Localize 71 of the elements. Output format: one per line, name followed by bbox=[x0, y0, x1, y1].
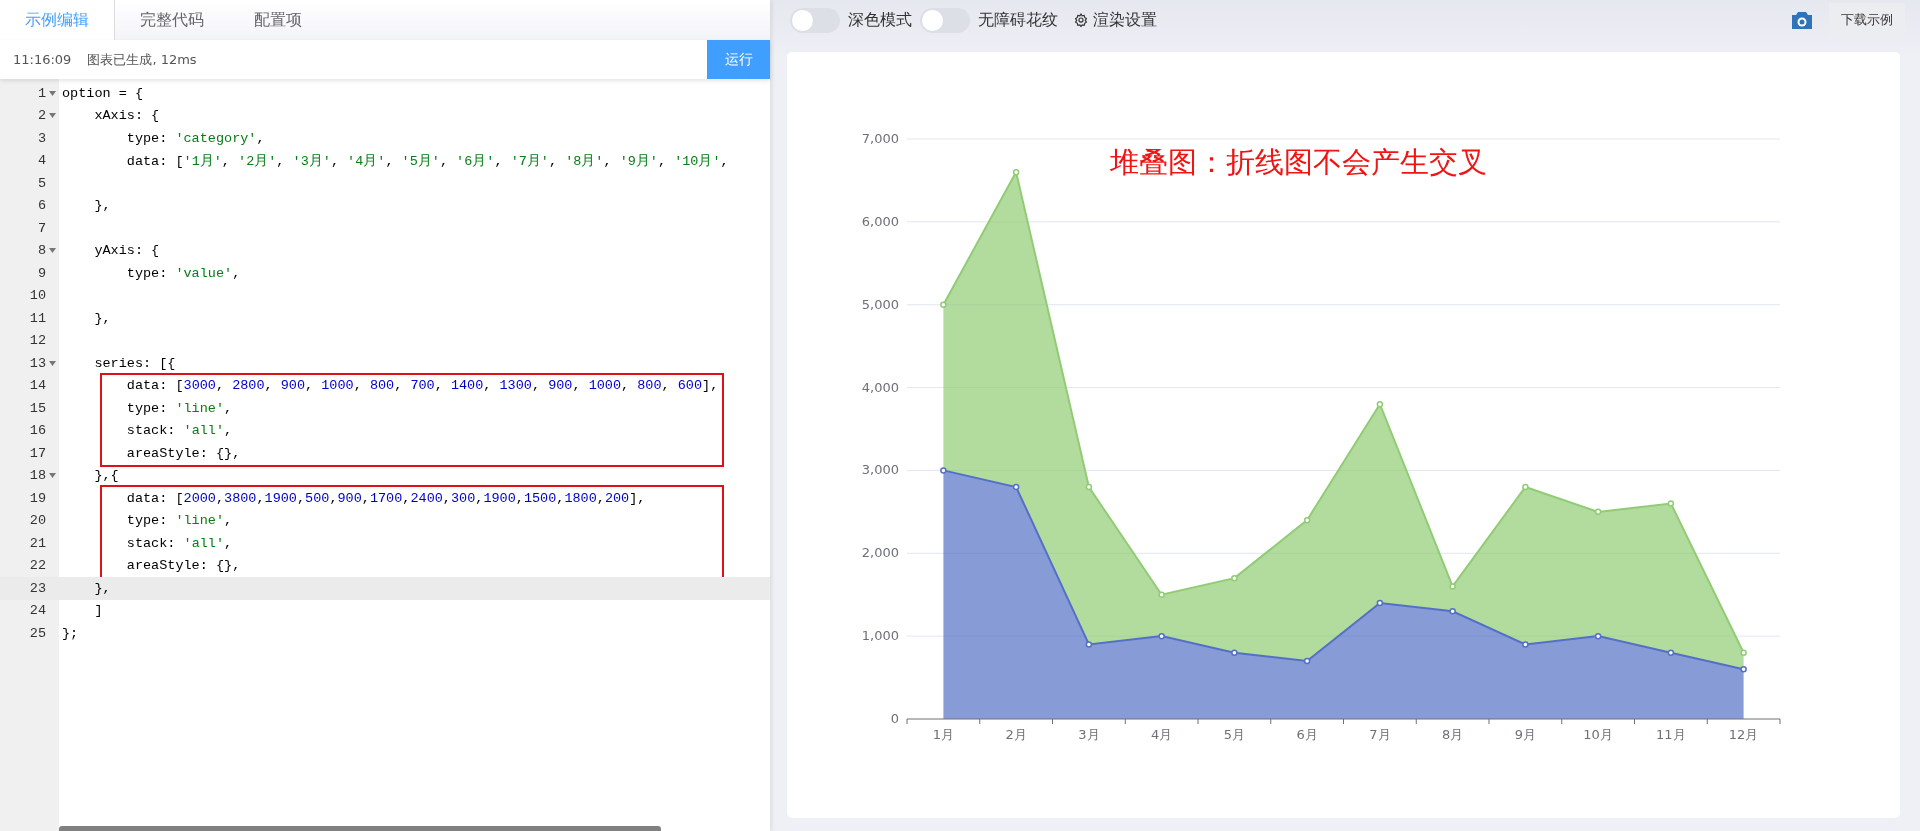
line-number: 13 bbox=[29, 355, 46, 371]
code-line: }, bbox=[93, 580, 111, 596]
line-number: 20 bbox=[29, 513, 46, 529]
code-line: type: 'line', bbox=[125, 513, 233, 529]
code-line: }, bbox=[93, 198, 111, 214]
code-line: yAxis: { bbox=[93, 243, 160, 259]
x-axis-label: 6月 bbox=[1296, 727, 1318, 742]
line-number: 10 bbox=[29, 288, 46, 304]
line-number: 25 bbox=[29, 625, 46, 641]
x-axis-label: 2月 bbox=[1005, 727, 1027, 742]
status-message: 图表已生成, 12ms bbox=[87, 50, 198, 69]
line-number: 22 bbox=[29, 558, 46, 574]
x-axis-label: 11月 bbox=[1656, 727, 1686, 742]
code-line: }; bbox=[62, 625, 79, 641]
code-line: type: 'category', bbox=[125, 130, 265, 146]
code-line: type: 'value', bbox=[125, 265, 241, 281]
line-number: 23 bbox=[29, 580, 46, 596]
x-axis-label: 9月 bbox=[1514, 727, 1536, 742]
line-number: 5 bbox=[37, 175, 46, 191]
code-line: areaStyle: {}, bbox=[125, 445, 241, 461]
x-axis-label: 4月 bbox=[1151, 727, 1173, 742]
x-axis-label: 1月 bbox=[932, 727, 954, 742]
code-line: }, bbox=[93, 310, 111, 326]
line-number: 7 bbox=[37, 220, 46, 236]
code-line: areaStyle: {}, bbox=[125, 558, 241, 574]
code-line: type: 'line', bbox=[125, 400, 233, 416]
y-axis-label: 2,000 bbox=[861, 545, 899, 561]
y-axis-label: 3,000 bbox=[861, 462, 899, 478]
status-time: 11:16:09 bbox=[13, 52, 72, 67]
line-number: 1 bbox=[37, 85, 46, 101]
toggle-label: 深色模式 bbox=[848, 9, 912, 31]
line-number: 11 bbox=[29, 310, 46, 326]
x-axis-label: 7月 bbox=[1369, 727, 1391, 742]
code-line: stack: 'all', bbox=[125, 535, 233, 551]
x-axis-label: 10月 bbox=[1583, 727, 1613, 742]
y-axis-label: 7,000 bbox=[861, 131, 899, 146]
line-number: 19 bbox=[29, 490, 46, 506]
y-axis-label: 1,000 bbox=[861, 628, 899, 644]
y-axis-label: 6,000 bbox=[861, 213, 899, 229]
chart-title: 堆叠图：折线图不会产生交叉 bbox=[1110, 145, 1487, 179]
line-number: 18 bbox=[29, 468, 46, 484]
code-line: series: [{ bbox=[93, 355, 176, 371]
y-axis-label: 5,000 bbox=[861, 296, 899, 312]
line-number: 4 bbox=[37, 153, 46, 169]
x-axis-label: 8月 bbox=[1442, 727, 1464, 742]
toggle-label: 无障碍花纹 bbox=[978, 9, 1058, 31]
line-number: 16 bbox=[29, 423, 46, 439]
line-number: 14 bbox=[29, 378, 46, 394]
x-axis-label: 12月 bbox=[1728, 727, 1759, 742]
code-line: },{ bbox=[93, 468, 119, 484]
x-axis-label: 5月 bbox=[1223, 727, 1245, 742]
line-number: 21 bbox=[29, 535, 46, 551]
line-number: 15 bbox=[29, 400, 46, 416]
line-number: 17 bbox=[29, 445, 46, 461]
y-axis-label: 4,000 bbox=[861, 379, 899, 395]
x-axis-label: 3月 bbox=[1078, 727, 1100, 742]
code-line: data: [2000,3800,1900,500,900,1700,2400,300,1900,1500,1800,200], bbox=[125, 490, 646, 506]
code-line: stack: 'all', bbox=[125, 423, 233, 439]
line-number: 9 bbox=[37, 265, 46, 281]
code-line: data: [3000, 2800, 900, 1000, 800, 700, 1400, 1300, 900, 1000, 800, 600], bbox=[125, 378, 719, 394]
code-line: ] bbox=[93, 603, 103, 619]
code-line: option = { bbox=[62, 85, 143, 101]
code-line: xAxis: { bbox=[93, 108, 160, 124]
line-number: 6 bbox=[37, 198, 46, 214]
line-number: 24 bbox=[29, 603, 46, 619]
line-number: 12 bbox=[29, 333, 46, 349]
line-number: 2 bbox=[37, 108, 46, 124]
code-line: data: ['1月', '2月', '3月', '4月', '5月', '6月', '7月', '8月', '9月', '10月', bbox=[125, 152, 729, 170]
line-number: 3 bbox=[37, 130, 46, 146]
y-axis-label: 0 bbox=[890, 711, 899, 726]
line-number: 8 bbox=[37, 243, 46, 259]
